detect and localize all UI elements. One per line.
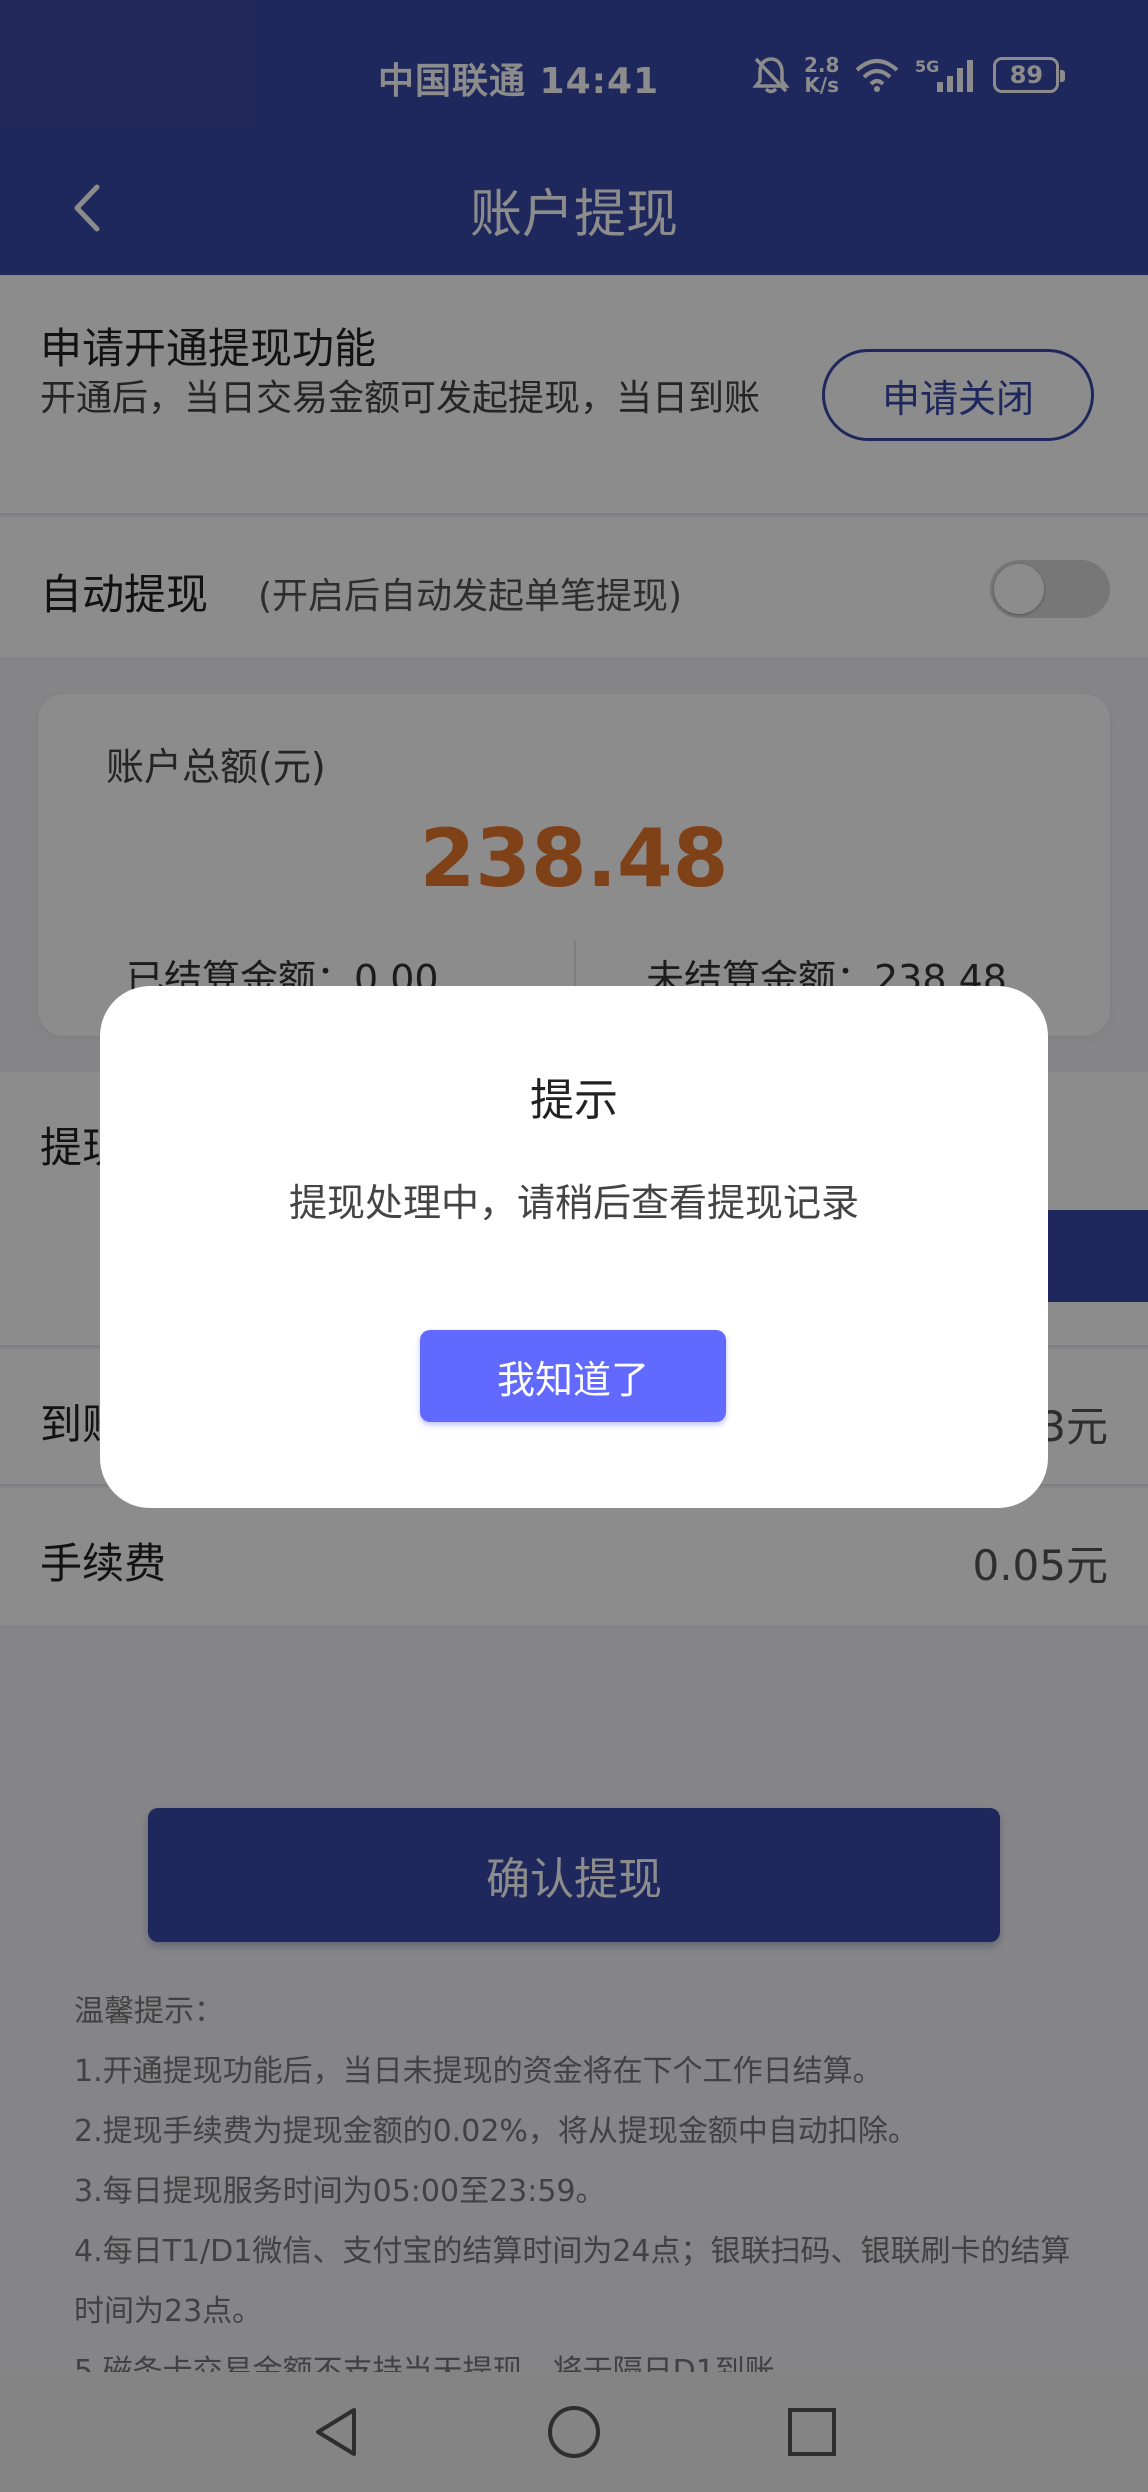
- dialog-message: 提现处理中，请稍后查看提现记录: [288, 1181, 859, 1225]
- prompt-dialog: 提示 提现处理中，请稍后查看提现记录 我知道了: [100, 986, 1048, 1508]
- dialog-ok-button[interactable]: 我知道了: [420, 1330, 726, 1422]
- dialog-title: 提示: [530, 1075, 618, 1126]
